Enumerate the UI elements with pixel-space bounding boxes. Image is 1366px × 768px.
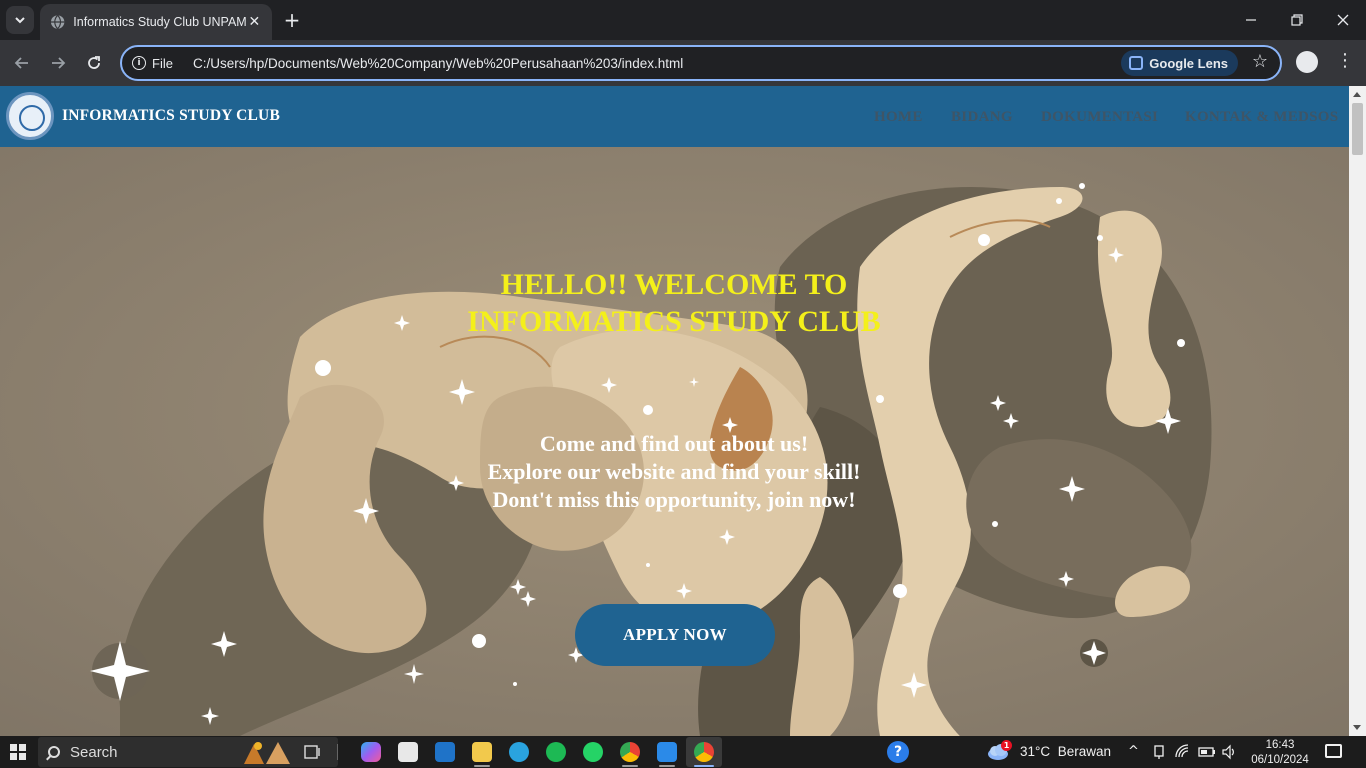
search-highlight-icon: [238, 738, 294, 766]
microsoft-store-icon[interactable]: [398, 742, 418, 762]
google-lens-label: Google Lens: [1149, 55, 1228, 71]
site-brand[interactable]: INFORMATICS STUDY CLUB: [62, 107, 280, 125]
hero-tagline: Come and find out about us! Explore our …: [374, 430, 974, 514]
nav-link-home[interactable]: HOME: [874, 109, 923, 126]
google-lens-button[interactable]: Google Lens: [1121, 50, 1238, 76]
tab-search-button[interactable]: [6, 6, 34, 34]
help-icon[interactable]: ?: [887, 741, 909, 763]
file-explorer-indicator: [474, 765, 490, 767]
chrome-icon[interactable]: [620, 742, 640, 762]
arrow-right-icon: [52, 57, 66, 69]
arrow-left-icon: [14, 57, 28, 69]
chevron-down-icon: [15, 17, 25, 24]
clock-date: 06/10/2024: [1251, 754, 1309, 766]
tab-close-icon[interactable]: ✕: [247, 14, 262, 30]
show-hidden-icons[interactable]: ^: [1128, 744, 1139, 759]
taskbar-clock[interactable]: 16:43 06/10/2024: [1244, 738, 1316, 768]
tagline-line-1: Come and find out about us!: [539, 431, 809, 456]
browser-menu-icon[interactable]: ⋮: [1336, 50, 1354, 71]
apply-now-button[interactable]: APPLY NOW: [575, 604, 775, 666]
address-bar[interactable]: i File C:/Users/hp/Documents/Web%20Compa…: [120, 45, 1282, 81]
notification-center-icon[interactable]: [1325, 744, 1342, 758]
telegram-icon[interactable]: [509, 742, 529, 762]
headline-line-1: HELLO!! WELCOME TO: [500, 268, 848, 301]
active-chrome-button[interactable]: [686, 737, 722, 767]
close-window-button[interactable]: [1320, 0, 1366, 40]
search-icon: [48, 746, 60, 758]
file-explorer-icon[interactable]: [472, 742, 492, 762]
bookmark-star-icon[interactable]: ☆: [1252, 51, 1268, 72]
address-scheme: File: [152, 55, 173, 71]
tab-title: Informatics Study Club UNPAM: [73, 15, 247, 29]
vscode-indicator: [659, 765, 675, 767]
site-info-icon[interactable]: i: [132, 56, 146, 70]
taskbar-search-label: Search: [70, 743, 118, 761]
scroll-down-icon[interactable]: [1353, 725, 1361, 730]
taskbar-search-box[interactable]: Search: [38, 737, 338, 767]
nav-link-kontak[interactable]: KONTAK & MEDSOS: [1185, 109, 1338, 126]
task-view-icon[interactable]: [303, 743, 321, 761]
taskbar-divider: [337, 744, 338, 760]
restore-button[interactable]: [1274, 0, 1320, 40]
nav-link-dokumentasi[interactable]: DOKUMENTASI: [1041, 109, 1158, 126]
back-button[interactable]: [10, 51, 34, 75]
weather-text[interactable]: 31°C Berawan: [1020, 744, 1111, 759]
weather-desc: Berawan: [1057, 744, 1111, 759]
globe-icon: [50, 14, 65, 30]
close-icon: [1337, 14, 1349, 26]
windows-taskbar: Search ? 1 31°C Berawan ^ 16:43 06/10/20…: [0, 736, 1366, 768]
browser-tab[interactable]: Informatics Study Club UNPAM ✕: [40, 4, 272, 40]
usb-device-icon[interactable]: [1152, 744, 1166, 760]
page-viewport: INFORMATICS STUDY CLUB HOME BIDANG DOKUM…: [0, 86, 1349, 736]
forward-button[interactable]: [46, 51, 70, 75]
scrollbar-thumb[interactable]: [1352, 103, 1363, 155]
whatsapp-icon[interactable]: [583, 742, 603, 762]
browser-tabbar: Informatics Study Club UNPAM ✕ +: [0, 0, 1366, 40]
hero-headline: HELLO!! WELCOME TO INFORMATICS STUDY CLU…: [374, 266, 974, 340]
volume-icon[interactable]: [1221, 744, 1237, 760]
clock-time: 16:43: [1265, 739, 1295, 751]
page-scrollbar[interactable]: [1349, 86, 1366, 736]
windows-start-icon[interactable]: [10, 744, 26, 760]
address-url[interactable]: C:/Users/hp/Documents/Web%20Company/Web%…: [193, 56, 1280, 71]
nav-link-bidang[interactable]: BIDANG: [951, 109, 1013, 126]
reload-icon: [88, 56, 100, 69]
profile-avatar[interactable]: [1296, 51, 1318, 73]
restore-icon: [1291, 14, 1303, 26]
weather-badge: 1: [1001, 740, 1012, 751]
headline-line-2: INFORMATICS STUDY CLUB: [467, 305, 881, 338]
copilot-icon[interactable]: [361, 742, 381, 762]
active-app-indicator: [694, 765, 714, 767]
vscode-icon[interactable]: [657, 742, 677, 762]
browser-toolbar: i File C:/Users/hp/Documents/Web%20Compa…: [0, 40, 1366, 86]
club-logo[interactable]: [6, 92, 54, 140]
chrome-active-icon: [694, 742, 714, 762]
tagline-line-3: Dont't miss this opportunity, join now!: [492, 487, 856, 512]
tagline-line-2: Explore our website and find your skill!: [487, 459, 861, 484]
minimize-icon: [1246, 19, 1256, 21]
outlook-icon[interactable]: [435, 742, 455, 762]
reload-button[interactable]: [82, 51, 106, 75]
minimize-button[interactable]: [1228, 0, 1274, 40]
scroll-up-icon[interactable]: [1353, 92, 1361, 97]
battery-icon[interactable]: [1198, 745, 1216, 759]
spotify-icon[interactable]: [546, 742, 566, 762]
new-tab-button[interactable]: +: [282, 8, 302, 32]
weather-temp: 31°C: [1020, 744, 1051, 759]
chrome-indicator: [622, 765, 638, 767]
wifi-icon[interactable]: [1175, 744, 1191, 760]
hero-section: HELLO!! WELCOME TO INFORMATICS STUDY CLU…: [0, 147, 1349, 736]
google-lens-icon: [1129, 56, 1144, 70]
site-navbar: INFORMATICS STUDY CLUB HOME BIDANG DOKUM…: [0, 86, 1349, 147]
